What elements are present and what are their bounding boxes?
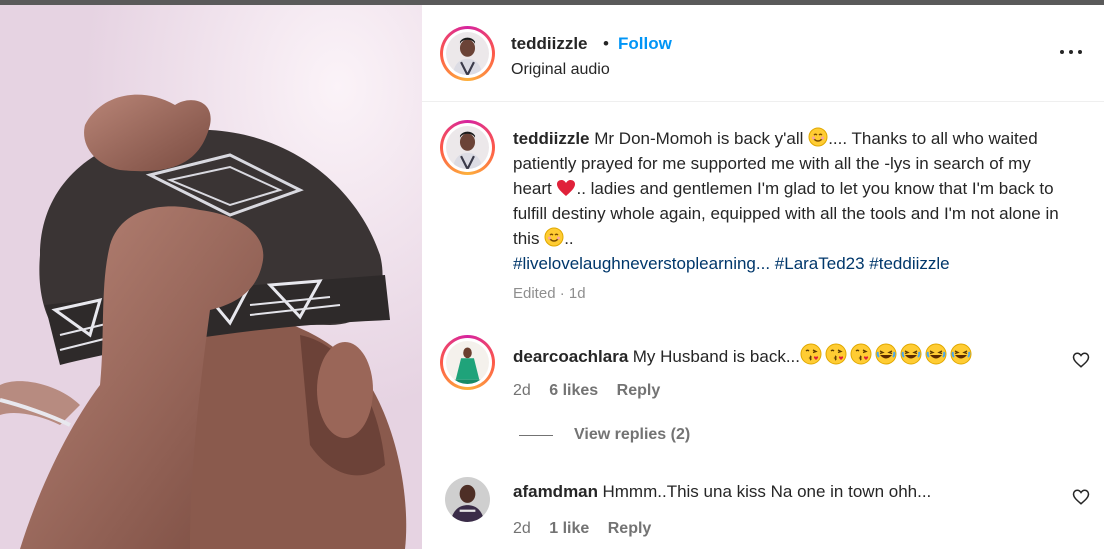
caption-text-1: Mr Don-Momoh is back y'all (594, 129, 804, 148)
author-avatar-image (446, 32, 489, 75)
follow-button[interactable]: Follow (618, 34, 672, 54)
reply-button[interactable]: Reply (608, 520, 652, 537)
author-avatar[interactable] (440, 26, 495, 81)
comment-2: afamdman Hmmm..This una kiss Na one in t… (513, 482, 931, 502)
view-replies-line (519, 435, 553, 436)
post-header: teddiizzle • Follow Original audio (422, 5, 1104, 102)
comment-avatar-image (445, 477, 490, 522)
author-username[interactable]: teddiizzle (511, 34, 588, 54)
comment-avatar-dearcoachlara[interactable] (440, 335, 495, 390)
audio-link[interactable]: Original audio (511, 61, 610, 79)
caption-text-3: .. ladies and gentlemen I'm glad to let … (513, 179, 1059, 248)
laughing-face-icon (875, 343, 897, 365)
caption-avatar-image (446, 126, 489, 169)
comment-emojis (800, 343, 975, 366)
video-frame[interactable] (0, 5, 422, 549)
smiling-face-icon (544, 227, 564, 247)
view-replies-button[interactable]: View replies (2) (574, 426, 690, 444)
comment-1-meta: 2d 6 likes Reply (513, 382, 660, 400)
caption-avatar[interactable] (440, 120, 495, 175)
more-options-icon[interactable] (1058, 45, 1084, 59)
post-caption: teddiizzle Mr Don-Momoh is back y'all ..… (513, 126, 1073, 306)
comment-likes[interactable]: 6 likes (549, 382, 598, 399)
laughing-face-icon (950, 343, 972, 365)
smiling-face-icon (808, 127, 828, 147)
red-heart-icon (557, 180, 576, 196)
kissing-face-icon (850, 343, 872, 365)
like-heart-icon[interactable] (1072, 488, 1090, 506)
like-heart-icon[interactable] (1072, 351, 1090, 369)
kissing-face-icon (825, 343, 847, 365)
laughing-face-icon (900, 343, 922, 365)
comment-1: dearcoachlara My Husband is back... (513, 343, 975, 367)
reply-button[interactable]: Reply (617, 382, 661, 399)
video-image (0, 5, 422, 549)
post-details-panel: teddiizzle • Follow Original audio teddi… (422, 5, 1104, 549)
caption-text-4: .. (564, 229, 574, 248)
comment-avatar-image (446, 341, 489, 384)
caption-username[interactable]: teddiizzle (513, 129, 590, 148)
comment-username[interactable]: dearcoachlara (513, 347, 628, 366)
comment-time: 2d (513, 382, 531, 399)
comment-text: Hmmm..This una kiss Na one in town ohh..… (602, 482, 932, 501)
comment-likes[interactable]: 1 like (549, 520, 589, 537)
comment-avatar-afamdman[interactable] (445, 477, 490, 522)
comment-time: 2d (513, 520, 531, 537)
caption-hashtags[interactable]: #livelovelaughneverstoplearning... #Lara… (513, 254, 950, 273)
laughing-face-icon (925, 343, 947, 365)
caption-meta: Edited · 1d (513, 285, 586, 302)
comment-text: My Husband is back... (632, 347, 800, 366)
comment-username[interactable]: afamdman (513, 482, 598, 501)
separator-dot: • (603, 34, 609, 53)
comment-2-meta: 2d 1 like Reply (513, 520, 651, 538)
kissing-face-icon (800, 343, 822, 365)
